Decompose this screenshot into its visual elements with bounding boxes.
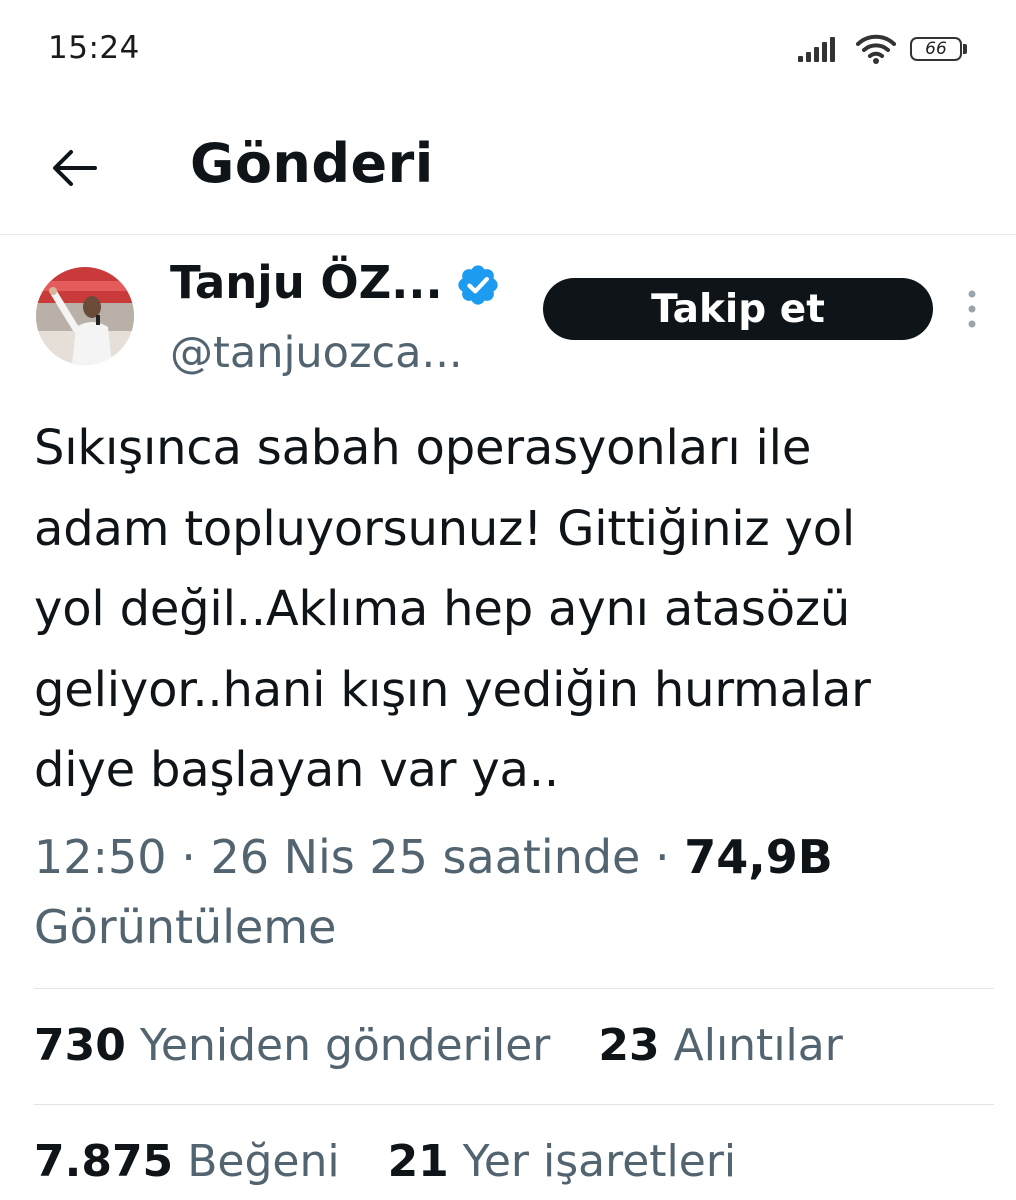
views-count: 74,9B xyxy=(684,830,833,884)
divider xyxy=(34,988,994,989)
reposts-label: Yeniden gönderiler xyxy=(139,1020,551,1071)
battery-level: 66 xyxy=(910,37,962,61)
tweet-time[interactable]: 12:50 xyxy=(34,830,167,884)
page-title: Gönderi xyxy=(190,132,434,195)
bookmarks-count: 21 xyxy=(387,1136,449,1187)
bookmarks-label: Yer işaretleri xyxy=(462,1136,737,1187)
quotes-label: Alıntılar xyxy=(673,1020,843,1071)
meta-separator: · xyxy=(181,830,196,884)
tweet-meta: 12:50 · 26 Nis 25 saatinde · 74,9B Görün… xyxy=(34,822,984,962)
follow-button[interactable]: Takip et xyxy=(543,278,933,340)
arrow-left-icon xyxy=(53,150,97,186)
views-label: Görüntüleme xyxy=(34,900,337,954)
battery-icon: 66 xyxy=(910,36,968,62)
reposts-count: 730 xyxy=(34,1020,126,1071)
meta-separator: · xyxy=(654,830,670,884)
back-button[interactable] xyxy=(46,140,102,196)
tweet-text: Sıkışınca sabah operasyonları ile adam t… xyxy=(34,420,871,798)
author-handle[interactable]: @tanjuozca... xyxy=(170,328,463,378)
bookmarks-stat[interactable]: 21 Yer işaretleri xyxy=(388,1136,737,1187)
likes-stat[interactable]: 7.875 Beğeni xyxy=(34,1136,354,1187)
status-time: 15:24 xyxy=(48,30,140,66)
reposts-stat[interactable]: 730 Yeniden gönderiler xyxy=(34,1020,564,1071)
wifi-icon xyxy=(856,34,896,64)
likes-label: Beğeni xyxy=(187,1136,340,1187)
top-app-bar: Gönderi xyxy=(0,100,1016,235)
verified-badge-icon xyxy=(458,265,498,305)
status-bar: 15:24 66 xyxy=(0,0,1016,100)
status-icons: 66 xyxy=(798,34,968,64)
quotes-count: 23 xyxy=(598,1020,660,1071)
stats-row-reposts: 730 Yeniden gönderiler 23 Alıntılar xyxy=(34,1020,843,1071)
tweet-date[interactable]: 26 Nis 25 saatinde xyxy=(210,830,640,884)
quotes-stat[interactable]: 23 Alıntılar xyxy=(598,1020,842,1071)
divider xyxy=(34,1104,994,1105)
avatar[interactable] xyxy=(36,267,134,365)
author-name[interactable]: Tanju ÖZ... xyxy=(170,256,443,309)
stats-row-likes: 7.875 Beğeni 21 Yer işaretleri xyxy=(34,1136,736,1187)
likes-count: 7.875 xyxy=(34,1136,174,1187)
more-options-icon[interactable] xyxy=(960,288,984,332)
signal-icon xyxy=(798,37,835,62)
